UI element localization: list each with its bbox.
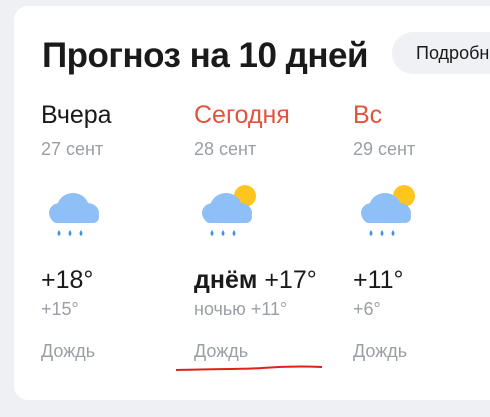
weather-condition: Дождь (41, 341, 96, 361)
night-temperature: ночью +11° (194, 298, 344, 320)
rain-cloud-icon (41, 182, 111, 242)
night-temp-value: +11° (250, 299, 288, 319)
night-temperature: +15° (41, 299, 79, 319)
day-column-today[interactable]: Сегодня 28 сент днём +17° ночью +11° Дож… (194, 100, 344, 362)
day-temp-value: +11° (353, 266, 404, 294)
rain-cloud-sun-icon (353, 182, 423, 242)
forecast-title: Прогноз на 10 дней (42, 36, 369, 75)
day-date: 28 сент (194, 139, 257, 159)
night-temperature: +6° (353, 299, 381, 319)
weather-condition: Дождь (353, 341, 408, 361)
weather-condition: Дождь (194, 341, 249, 361)
day-column-yesterday[interactable]: Вчера 27 сент +18° +15° Дождь (41, 100, 191, 362)
day-temperature: +18° (41, 266, 191, 294)
forecast-card: Прогноз на 10 дней Подробно Вчера 27 сен… (14, 6, 490, 400)
day-prefix: днём (194, 266, 258, 294)
day-date: 27 сент (41, 139, 104, 159)
day-name: Сегодня (194, 101, 290, 129)
day-name: Вчера (41, 101, 112, 129)
rain-cloud-sun-icon (194, 182, 264, 242)
day-temperature: +11° (353, 266, 490, 294)
details-button[interactable]: Подробно (392, 32, 490, 74)
day-temperature: днём +17° (194, 266, 344, 294)
day-name: Вс (353, 101, 383, 129)
day-date: 29 сент (353, 139, 416, 159)
day-temp-value: +17° (264, 266, 317, 294)
day-column-sunday[interactable]: Вс 29 сент +11° +6° Дождь (353, 100, 490, 362)
night-prefix: ночью (194, 299, 246, 319)
day-temp-value: +18° (41, 266, 94, 294)
